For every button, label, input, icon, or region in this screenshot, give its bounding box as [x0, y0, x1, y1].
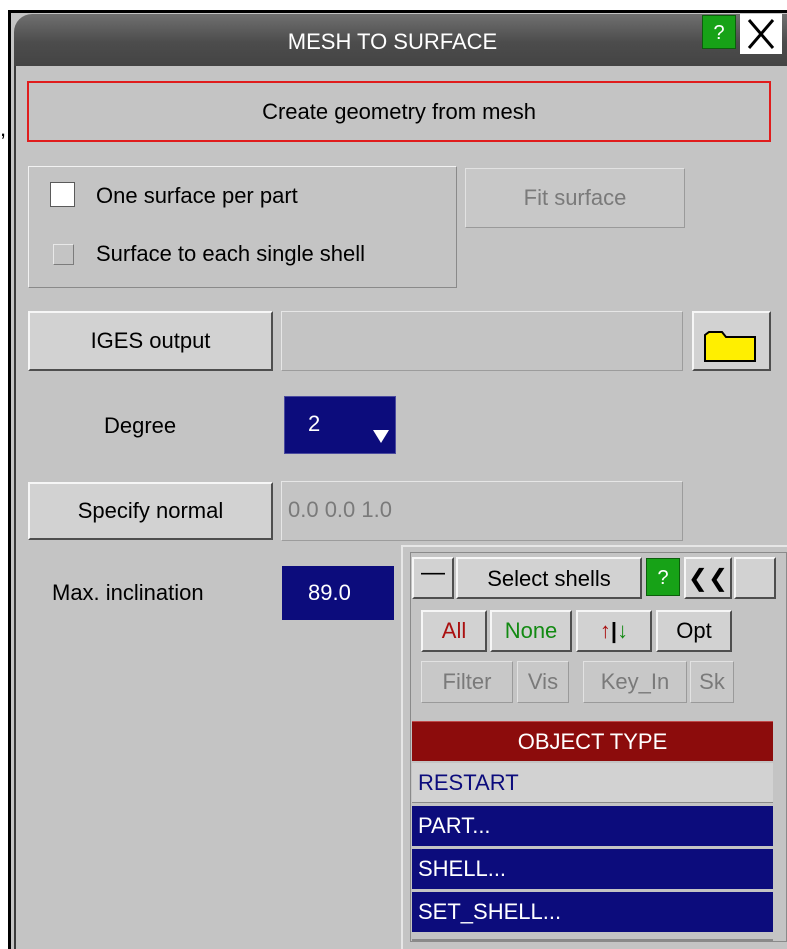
- object-type-item-shell[interactable]: SHELL...: [412, 849, 773, 889]
- up-arrow-icon: ↑: [599, 618, 611, 643]
- specify-normal-button[interactable]: Specify normal: [28, 482, 273, 540]
- one-surface-per-part-label: One surface per part: [96, 183, 298, 208]
- window-title: MESH TO SURFACE: [287, 29, 498, 54]
- vis-button[interactable]: Vis: [517, 661, 569, 703]
- object-type-item-set-shell[interactable]: SET_SHELL...: [412, 892, 773, 932]
- iges-filename-field[interactable]: [281, 311, 683, 371]
- stray-mark: ,: [0, 116, 7, 141]
- max-inclination-input[interactable]: 89.0: [282, 566, 394, 620]
- close-button[interactable]: [740, 14, 782, 54]
- object-type-item-part[interactable]: PART...: [412, 806, 773, 846]
- options-button[interactable]: Opt: [656, 610, 732, 652]
- help-button[interactable]: ?: [702, 15, 736, 49]
- surface-each-shell-checkbox[interactable]: [53, 244, 74, 265]
- one-surface-per-part-checkbox[interactable]: [50, 182, 75, 207]
- degree-label: Degree: [104, 413, 177, 438]
- key-in-button[interactable]: Key_In: [583, 661, 687, 703]
- surface-each-shell-label: Surface to each single shell: [96, 241, 366, 266]
- panel-bottom-edge: [412, 939, 773, 942]
- flip-selection-button[interactable]: ↑|↓: [576, 610, 652, 652]
- create-geometry-button[interactable]: Create geometry from mesh: [27, 81, 771, 142]
- double-chevron-left-icon[interactable]: ❮❮: [684, 557, 732, 599]
- degree-select[interactable]: [284, 396, 396, 454]
- folder-icon: [704, 330, 756, 362]
- dropdown-arrow-icon: [373, 430, 389, 443]
- max-inclination-label: Max. inclination: [52, 580, 204, 605]
- fit-surface-button[interactable]: Fit surface: [465, 168, 685, 228]
- filter-button[interactable]: Filter: [421, 661, 513, 703]
- down-arrow-icon: ↓: [617, 618, 629, 643]
- minimize-panel-button[interactable]: —: [412, 557, 454, 599]
- degree-value: 2: [308, 411, 321, 436]
- normal-vector-field[interactable]: 0.0 0.0 1.0: [281, 481, 683, 541]
- select-help-button[interactable]: ?: [646, 558, 680, 596]
- close-icon: [747, 19, 775, 49]
- object-type-header: OBJECT TYPE: [412, 721, 773, 761]
- window-left-edge: [14, 66, 16, 949]
- object-type-item-restart[interactable]: RESTART: [412, 763, 773, 803]
- panel-extra-button[interactable]: [734, 557, 776, 599]
- sk-button[interactable]: Sk: [690, 661, 734, 703]
- iges-output-button[interactable]: IGES output: [28, 311, 273, 371]
- select-none-button[interactable]: None: [490, 610, 572, 652]
- select-all-button[interactable]: All: [421, 610, 487, 652]
- select-shells-title[interactable]: Select shells: [456, 557, 642, 599]
